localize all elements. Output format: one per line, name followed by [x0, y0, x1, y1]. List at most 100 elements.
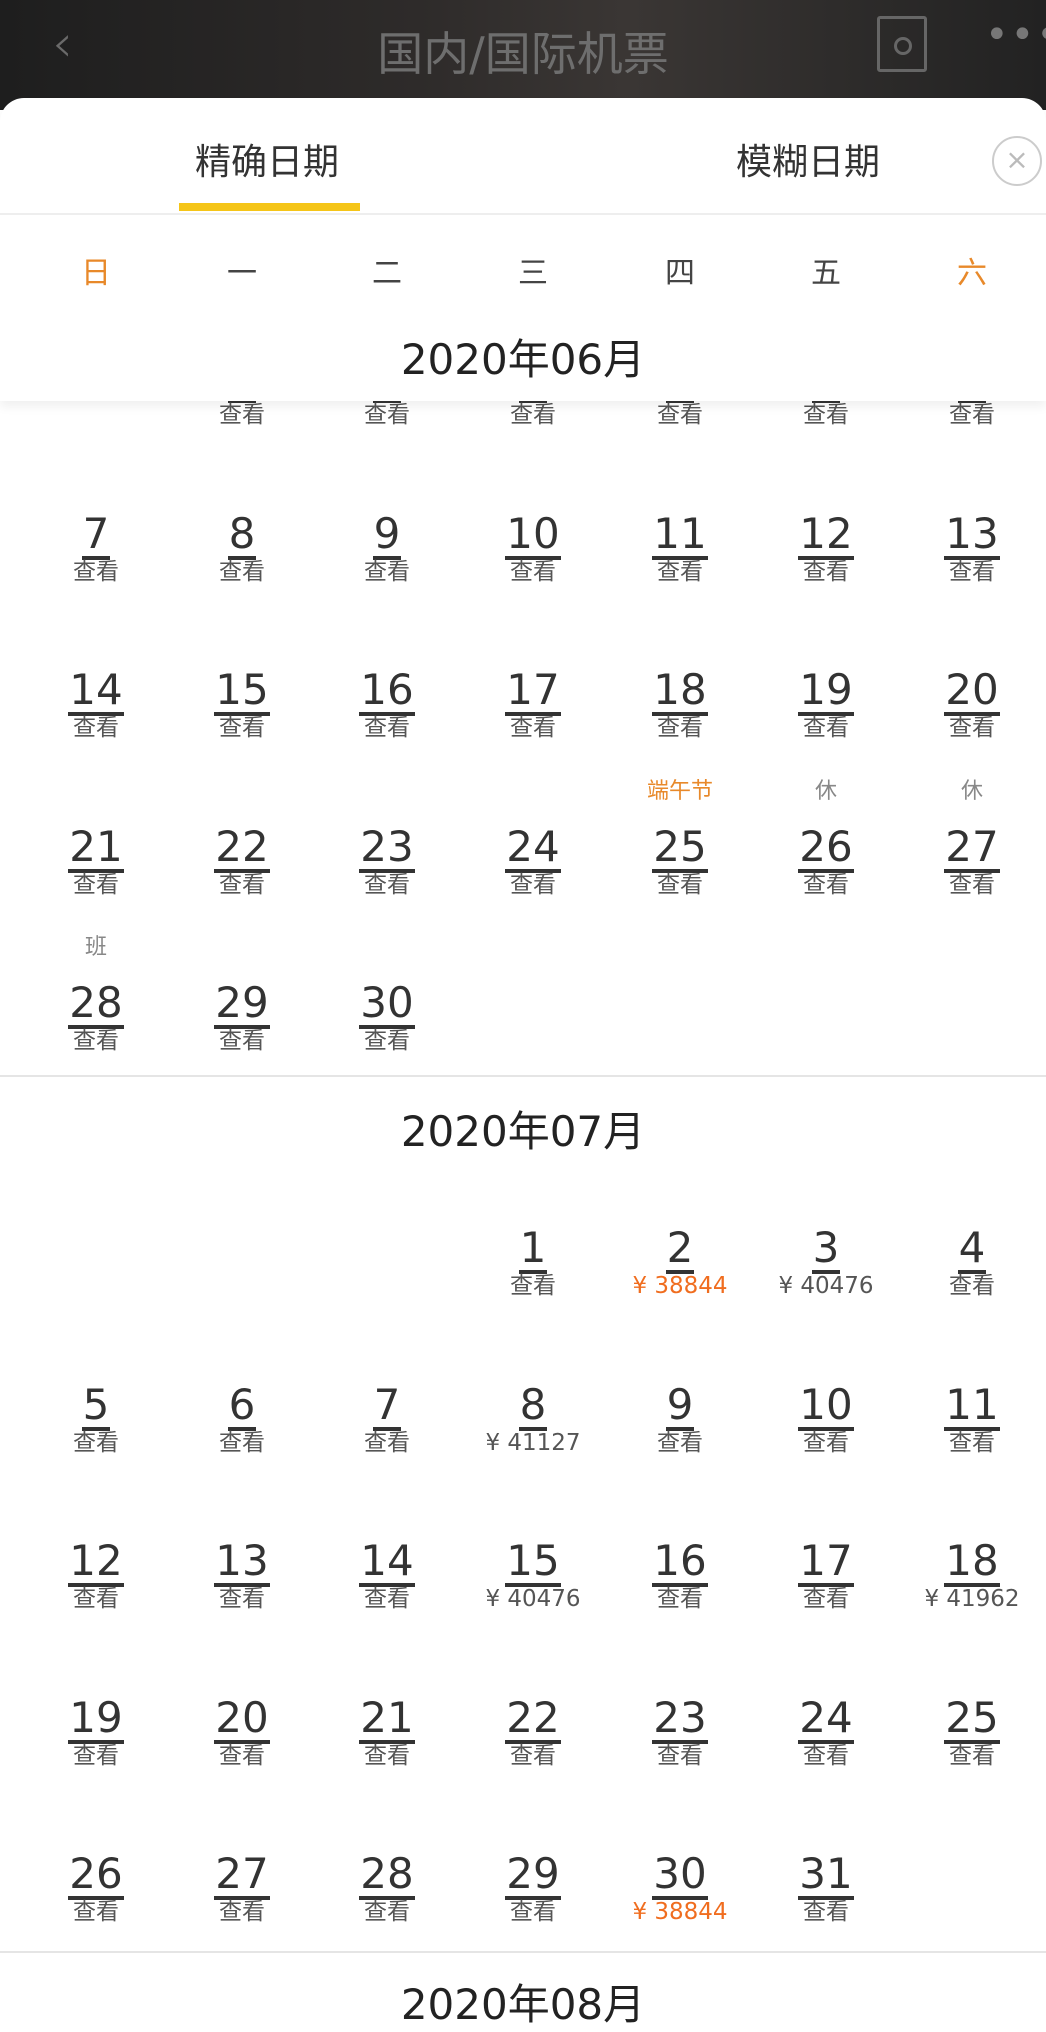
day-cell[interactable]: 17 查看 [460, 668, 606, 741]
day-number: 14 [68, 665, 124, 716]
view-label: 查看 [219, 1742, 265, 1769]
day-cell[interactable]: 14 查看 [314, 1539, 460, 1612]
day-number: 19 [68, 1692, 124, 1744]
day-cell[interactable]: 16 查看 [314, 668, 460, 741]
day-number: 14 [359, 1536, 415, 1587]
view-label: 查看 [219, 1429, 265, 1456]
day-number: 3 [811, 1223, 841, 1274]
view-label: 查看 [364, 402, 410, 428]
day-cell[interactable]: 7 查看 [23, 511, 169, 585]
day-cell[interactable]: 31 查看 [753, 1852, 899, 1925]
day-cell[interactable]: 26 查看 [23, 1852, 169, 1925]
price-label: ¥ 41127 [485, 1429, 581, 1456]
day-cell[interactable]: 2 ¥ 38844 [607, 1226, 753, 1300]
day-cell[interactable]: 25 查看 [899, 1695, 1045, 1769]
day-cell[interactable]: 16 查看 [607, 1539, 753, 1612]
close-icon[interactable]: × [992, 136, 1042, 186]
day-number: 23 [359, 821, 415, 873]
month-title: 2020年07月 [400, 1107, 646, 1156]
day-cell[interactable]: 9 查看 [314, 511, 460, 585]
price-label: ¥ 41962 [924, 1586, 1020, 1612]
day-number: 24 [505, 821, 561, 873]
day-cell[interactable]: 19 查看 [753, 668, 899, 741]
day-number: 25 [652, 821, 708, 873]
day-cell[interactable]: 18 ¥ 41962 [899, 1539, 1045, 1613]
view-label: 查看 [949, 1429, 995, 1456]
day-cell[interactable]: 23 查看 [314, 821, 460, 898]
view-label: 查看 [364, 1742, 410, 1769]
day-cell[interactable]: 5查看 [23, 1382, 169, 1456]
day-cell[interactable]: 7 查看 [314, 1382, 460, 1456]
day-cell[interactable]: 8 ¥ 41127 [460, 1382, 606, 1456]
day-number: 4 [957, 1223, 987, 1274]
day-cell[interactable]: 24 查看 [460, 821, 606, 898]
day-cell[interactable]: 21 查看 [23, 824, 169, 898]
view-label: 查看 [364, 558, 410, 585]
day-number: 16 [652, 1536, 708, 1587]
day-cell[interactable]: 10 查看 [753, 1382, 899, 1456]
day-cell[interactable]: 14 查看 [23, 668, 169, 741]
day-cell[interactable]: 4查看 [899, 1223, 1045, 1300]
view-label: 查看 [364, 1899, 410, 1925]
day-cell[interactable]: 3 ¥ 40476 [753, 1223, 899, 1300]
day-cell[interactable]: 17 查看 [753, 1539, 899, 1612]
day-cell[interactable]: 休 26 查看 [753, 779, 899, 898]
day-number: 13 [944, 508, 1000, 560]
day-cell[interactable]: 9 查看 [607, 1382, 753, 1456]
view-label: 查看 [510, 1742, 556, 1769]
view-label: 查看 [510, 402, 556, 428]
day-cell[interactable]: 30 查看 [314, 981, 460, 1054]
weekday-mon: 一 [227, 256, 257, 291]
day-cell[interactable]: 29 查看 [169, 981, 315, 1054]
view-label: 查看 [803, 1429, 849, 1456]
day-cell[interactable]: 13 查看 [899, 508, 1045, 585]
day-cell[interactable]: 29 查看 [460, 1852, 606, 1925]
day-cell[interactable]: 20 查看 [169, 1695, 315, 1769]
view-label: 查看 [510, 715, 556, 741]
day-cell[interactable]: 班 28 查看 [23, 935, 169, 1054]
month-title: 2020年08月 [400, 1980, 646, 2029]
price-label: ¥ 38844 [632, 1899, 728, 1925]
day-number: 30 [359, 978, 415, 1029]
day-cell[interactable]: 6查看 [169, 1382, 315, 1456]
day-cell[interactable]: 15 查看 [169, 668, 315, 741]
day-cell[interactable]: 12 查看 [753, 511, 899, 585]
day-cell[interactable]: 18 查看 [607, 668, 753, 741]
day-cell[interactable]: 20 查看 [899, 668, 1045, 741]
price-label: ¥ 38844 [632, 1273, 728, 1299]
view-label: 查看 [219, 1586, 265, 1612]
day-cell[interactable]: 休 27 查看 [899, 779, 1045, 898]
day-number: 20 [944, 665, 1000, 716]
day-cell[interactable]: 19 查看 [23, 1692, 169, 1769]
day-cell[interactable]: 30 ¥ 38844 [607, 1852, 753, 1926]
day-number: 12 [68, 1536, 124, 1587]
day-cell[interactable]: 24 查看 [753, 1695, 899, 1769]
day-cell[interactable]: 11 查看 [607, 511, 753, 585]
view-label: 查看 [73, 1028, 119, 1054]
day-cell[interactable]: 27 查看 [169, 1852, 315, 1925]
day-cell[interactable]: 1查看 [460, 1226, 606, 1300]
view-label: 查看 [949, 871, 995, 898]
day-cell[interactable]: 12 查看 [23, 1539, 169, 1612]
day-cell[interactable]: 15 ¥ 40476 [460, 1539, 606, 1613]
weekday-fri: 五 [811, 256, 841, 291]
day-number: 11 [944, 1379, 1000, 1431]
day-cell[interactable]: 8 查看 [169, 511, 315, 585]
day-cell[interactable]: 22 查看 [169, 824, 315, 898]
day-cell[interactable]: 22 查看 [460, 1695, 606, 1769]
day-number: 26 [68, 1849, 124, 1900]
day-cell[interactable]: 10 查看 [460, 511, 606, 585]
day-cell[interactable]: 端午节 25 查看 [607, 779, 753, 898]
view-label: 查看 [219, 715, 265, 741]
day-cell[interactable]: 21 查看 [314, 1695, 460, 1769]
tab-exact-date[interactable]: 精确日期 [195, 133, 339, 185]
day-number: 16 [359, 665, 415, 716]
day-cell[interactable]: 28 查看 [314, 1852, 460, 1925]
day-cell[interactable]: 11 查看 [899, 1379, 1045, 1456]
view-label: 查看 [219, 558, 265, 585]
view-label: 查看 [949, 1273, 995, 1299]
tab-flexible-date[interactable]: 模糊日期 [736, 133, 880, 185]
day-cell[interactable]: 13 查看 [169, 1539, 315, 1612]
day-cell[interactable]: 23 查看 [607, 1695, 753, 1769]
view-label: 查看 [219, 1028, 265, 1054]
